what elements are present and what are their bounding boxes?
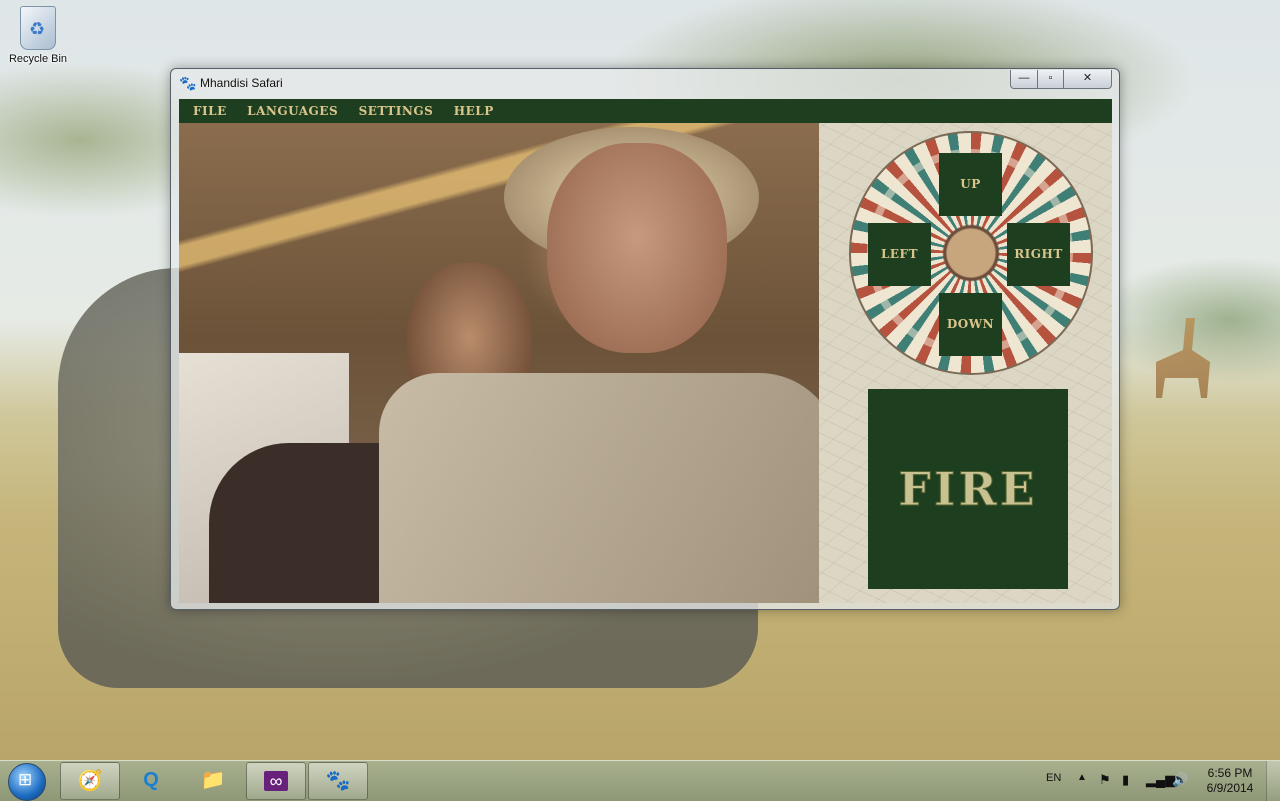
file-explorer-icon: 📁 — [200, 769, 226, 791]
camera-feed-person-1-head — [547, 143, 727, 353]
show-hidden-icons-icon[interactable]: ▲ — [1077, 772, 1087, 783]
clock-date: 6/9/2014 — [1206, 781, 1254, 795]
visual-studio-icon: ∞ — [263, 771, 289, 791]
recycle-bin-shortcut[interactable]: ♻ Recycle Bin — [6, 6, 70, 65]
taskbar-visual-studio[interactable]: ∞ — [246, 762, 306, 800]
up-button[interactable]: UP — [939, 153, 1002, 216]
paw-icon: 🐾 — [179, 75, 197, 91]
left-button[interactable]: LEFT — [868, 223, 931, 286]
network-signal-icon[interactable]: ▂▄▆ — [1146, 772, 1175, 788]
camera-feed — [179, 123, 819, 603]
system-clock[interactable]: 6:56 PM 6/9/2014 — [1196, 766, 1264, 796]
maximize-button[interactable]: ▫ — [1037, 70, 1064, 89]
menu-settings[interactable]: SETTINGS — [359, 99, 434, 124]
volume-icon[interactable]: 🔊 — [1172, 772, 1188, 788]
action-center-flag-icon[interactable]: ⚑ — [1099, 772, 1111, 788]
control-panel: UP LEFT RIGHT DOWN FIRE — [819, 123, 1112, 603]
language-indicator[interactable]: EN — [1046, 772, 1061, 784]
minimize-button[interactable]: — — [1010, 70, 1038, 89]
down-button[interactable]: DOWN — [939, 293, 1002, 356]
right-button[interactable]: RIGHT — [1007, 223, 1070, 286]
quicktime-icon: Q — [143, 769, 159, 791]
menu-bar: FILE LANGUAGES SETTINGS HELP — [179, 99, 1112, 123]
camera-feed-person-1-shirt — [379, 373, 819, 603]
menu-languages[interactable]: LANGUAGES — [247, 99, 338, 124]
show-desktop-button[interactable] — [1266, 761, 1280, 801]
recycle-bin-label: Recycle Bin — [8, 53, 68, 65]
title-bar[interactable]: 🐾 Mhandisi Safari — ▫ ✕ — [171, 69, 1119, 97]
paw-icon: 🐾 — [325, 770, 351, 792]
menu-help[interactable]: HELP — [454, 99, 494, 124]
fire-button[interactable]: FIRE — [868, 389, 1068, 589]
battery-icon[interactable]: ▮ — [1122, 772, 1129, 788]
menu-file[interactable]: FILE — [193, 99, 227, 124]
start-button[interactable]: ⊞ — [8, 763, 46, 801]
recycle-bin-icon: ♻ — [20, 6, 56, 50]
close-button[interactable]: ✕ — [1063, 70, 1112, 89]
windows-logo-icon: ⊞ — [18, 770, 33, 789]
taskbar-quicktime[interactable]: Q — [122, 762, 180, 798]
desktop-wallpaper-giraffe — [1156, 318, 1210, 398]
window-title: Mhandisi Safari — [200, 76, 283, 90]
taskbar: ⊞ 🧭 Q 📁 ∞ 🐾 EN ▲ ⚑ ▮ ▂▄▆ 🔊 6:56 PM 6/9/2… — [0, 760, 1280, 801]
taskbar-safari[interactable]: 🧭 — [60, 762, 120, 800]
app-window: 🐾 Mhandisi Safari — ▫ ✕ FILE LANGUAGES S… — [170, 68, 1120, 610]
taskbar-file-explorer[interactable]: 📁 — [184, 762, 242, 798]
taskbar-mhandisi-safari[interactable]: 🐾 — [308, 762, 368, 800]
clock-time: 6:56 PM — [1207, 766, 1253, 780]
safari-icon: 🧭 — [77, 770, 103, 792]
